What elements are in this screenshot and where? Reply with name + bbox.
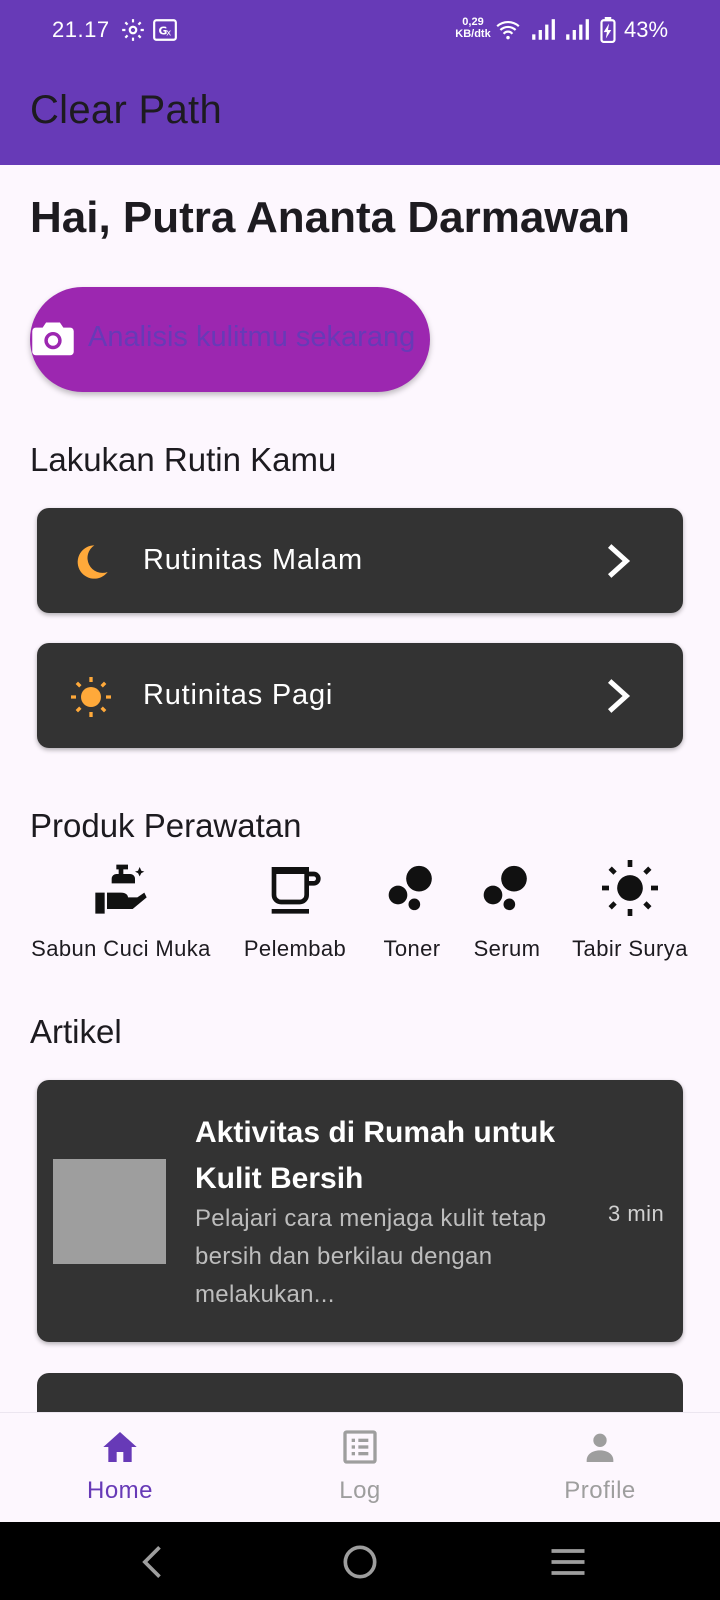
signal-icon [532,19,555,40]
wifi-icon [496,20,520,40]
product-serum-label: Serum [473,936,541,961]
system-navigation-bar [0,1522,720,1600]
nav-profile[interactable]: Profile [500,1413,700,1523]
bubbles-icon [483,865,527,911]
network-speed: 0,29 KB/dtk [455,16,491,40]
status-time: 21.17 [52,17,110,42]
signal-icon [566,19,589,40]
article-title: Aktivitas di Rumah untuk Kulit Bersih [195,1116,556,1195]
routine-night-label: Rutinitas Malam [143,544,363,576]
cup-icon [271,867,321,914]
product-sunscreen-label: Tabir Surya [572,936,688,961]
person-icon [586,1433,614,1462]
app-header: 21.17 G x 0,29 KB/dtk 43% Clear Path [0,0,720,165]
chevron-right-icon [607,544,631,578]
settings-gear-icon [122,19,144,41]
nav-log-label: Log [339,1477,381,1504]
back-icon[interactable] [132,1540,176,1584]
status-bar: 21.17 G x 0,29 KB/dtk 43% [0,0,720,62]
bubbles-icon [388,865,432,911]
recent-apps-icon[interactable] [546,1540,590,1584]
articles-section-title: Artikel [30,1013,122,1050]
routine-morning-label: Rutinitas Pagi [143,679,334,711]
analyze-skin-button[interactable]: Analisis kulitmu sekarang [30,287,430,392]
article-thumbnail [53,1159,166,1264]
sun-icon [71,677,111,717]
bottom-navigation: Home Log Profile [0,1412,720,1522]
nav-home[interactable]: Home [20,1413,220,1523]
analyze-skin-label: Analisis kulitmu sekarang [88,321,416,353]
home-circle-icon[interactable] [338,1540,382,1584]
routine-night-card[interactable]: Rutinitas Malam [37,508,683,613]
product-moisturizer-label: Pelembab [243,936,347,961]
nav-profile-label: Profile [564,1477,636,1504]
sun-icon [602,860,658,916]
app-title: Clear Path [30,88,222,132]
article-description: Pelajari cara menjaga kulit tetap bersih… [195,1205,547,1308]
nav-home-label: Home [86,1477,154,1504]
routine-morning-card[interactable]: Rutinitas Pagi [37,643,683,748]
translate-icon: G x [153,19,177,41]
battery-percent: 43% [624,17,669,42]
greeting-text: Hai, Putra Ananta Darmawan [30,193,630,242]
routine-section-title: Lakukan Rutin Kamu [30,441,337,478]
face-wash-icon [95,864,147,914]
moon-icon [77,545,108,579]
home-icon [103,1432,137,1462]
article-read-time: 3 min [608,1201,665,1226]
camera-icon [32,322,74,356]
list-icon [343,1430,377,1464]
svg-text:x: x [166,28,171,38]
battery-charging-icon [600,17,616,43]
products-section-title: Produk Perawatan [30,807,302,844]
chevron-right-icon [607,679,631,713]
product-toner-label: Toner [383,936,441,961]
article-card[interactable]: Aktivitas di Rumah untuk Kulit Bersih Pe… [37,1080,683,1342]
product-face-wash-label: Sabun Cuci Muka [31,936,211,961]
nav-log[interactable]: Log [260,1413,460,1523]
